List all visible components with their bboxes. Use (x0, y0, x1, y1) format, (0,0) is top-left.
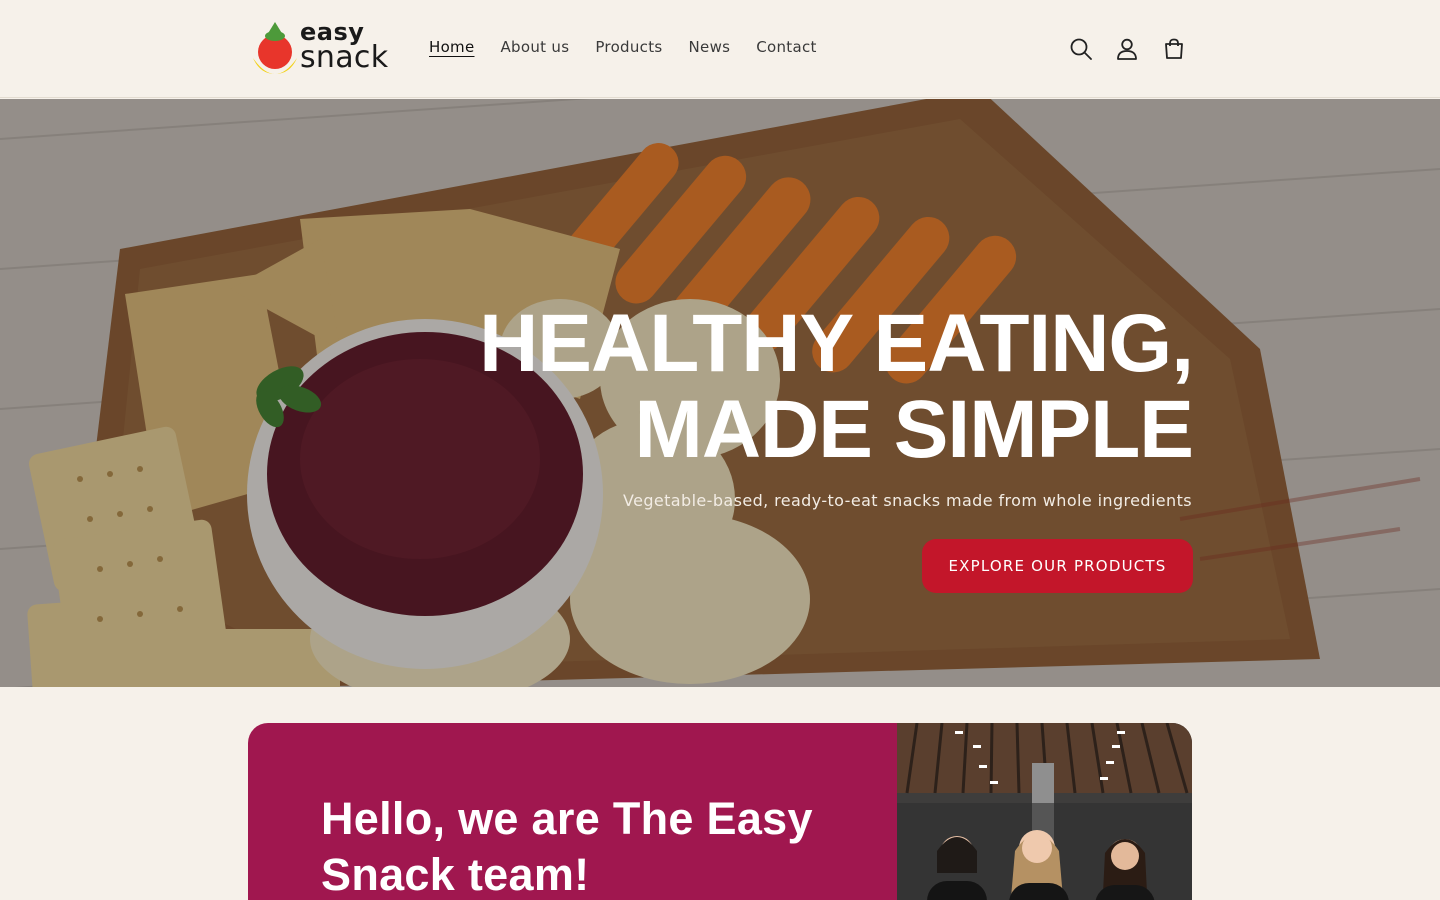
account-icon (1117, 38, 1137, 60)
hero-title: HEALTHY EATING, MADE SIMPLE (479, 298, 1194, 475)
hero-subtitle: Vegetable-based, ready-to-eat snacks mad… (622, 491, 1192, 510)
cart-icon (1165, 38, 1183, 59)
site-header: easy snack Home About us Products News C… (0, 0, 1440, 98)
hero-title-line1: HEALTHY EATING, (479, 298, 1194, 389)
account-button[interactable] (1112, 34, 1142, 64)
nav-link-contact[interactable]: Contact (756, 38, 816, 56)
logo-icon (253, 22, 297, 74)
explore-products-button[interactable]: EXPLORE OUR PRODUCTS (922, 539, 1193, 593)
search-button[interactable] (1066, 34, 1096, 64)
cart-button[interactable] (1159, 34, 1189, 64)
logo[interactable]: easy snack (250, 18, 390, 80)
search-icon (1070, 38, 1092, 60)
team-intro-panel: Hello, we are The Easy Snack team! (248, 723, 897, 900)
nav-link-news[interactable]: News (689, 38, 731, 56)
header-icons (1066, 34, 1192, 64)
team-intro-card: Hello, we are The Easy Snack team! (248, 723, 1192, 900)
team-photo-image (897, 723, 1192, 900)
nav-link-about-us[interactable]: About us (501, 38, 570, 56)
team-photo (897, 723, 1192, 900)
team-title: Hello, we are The Easy Snack team! (321, 793, 813, 900)
logo-wordmark: easy snack (300, 20, 389, 75)
hero-banner: HEALTHY EATING, MADE SIMPLE Vegetable-ba… (0, 99, 1440, 687)
logo-line2: snack (300, 40, 389, 75)
nav-link-products[interactable]: Products (595, 38, 662, 56)
hero-title-line2: MADE SIMPLE (634, 384, 1194, 475)
main-nav: Home About us Products News Contact (429, 38, 843, 56)
nav-link-home[interactable]: Home (429, 38, 475, 56)
